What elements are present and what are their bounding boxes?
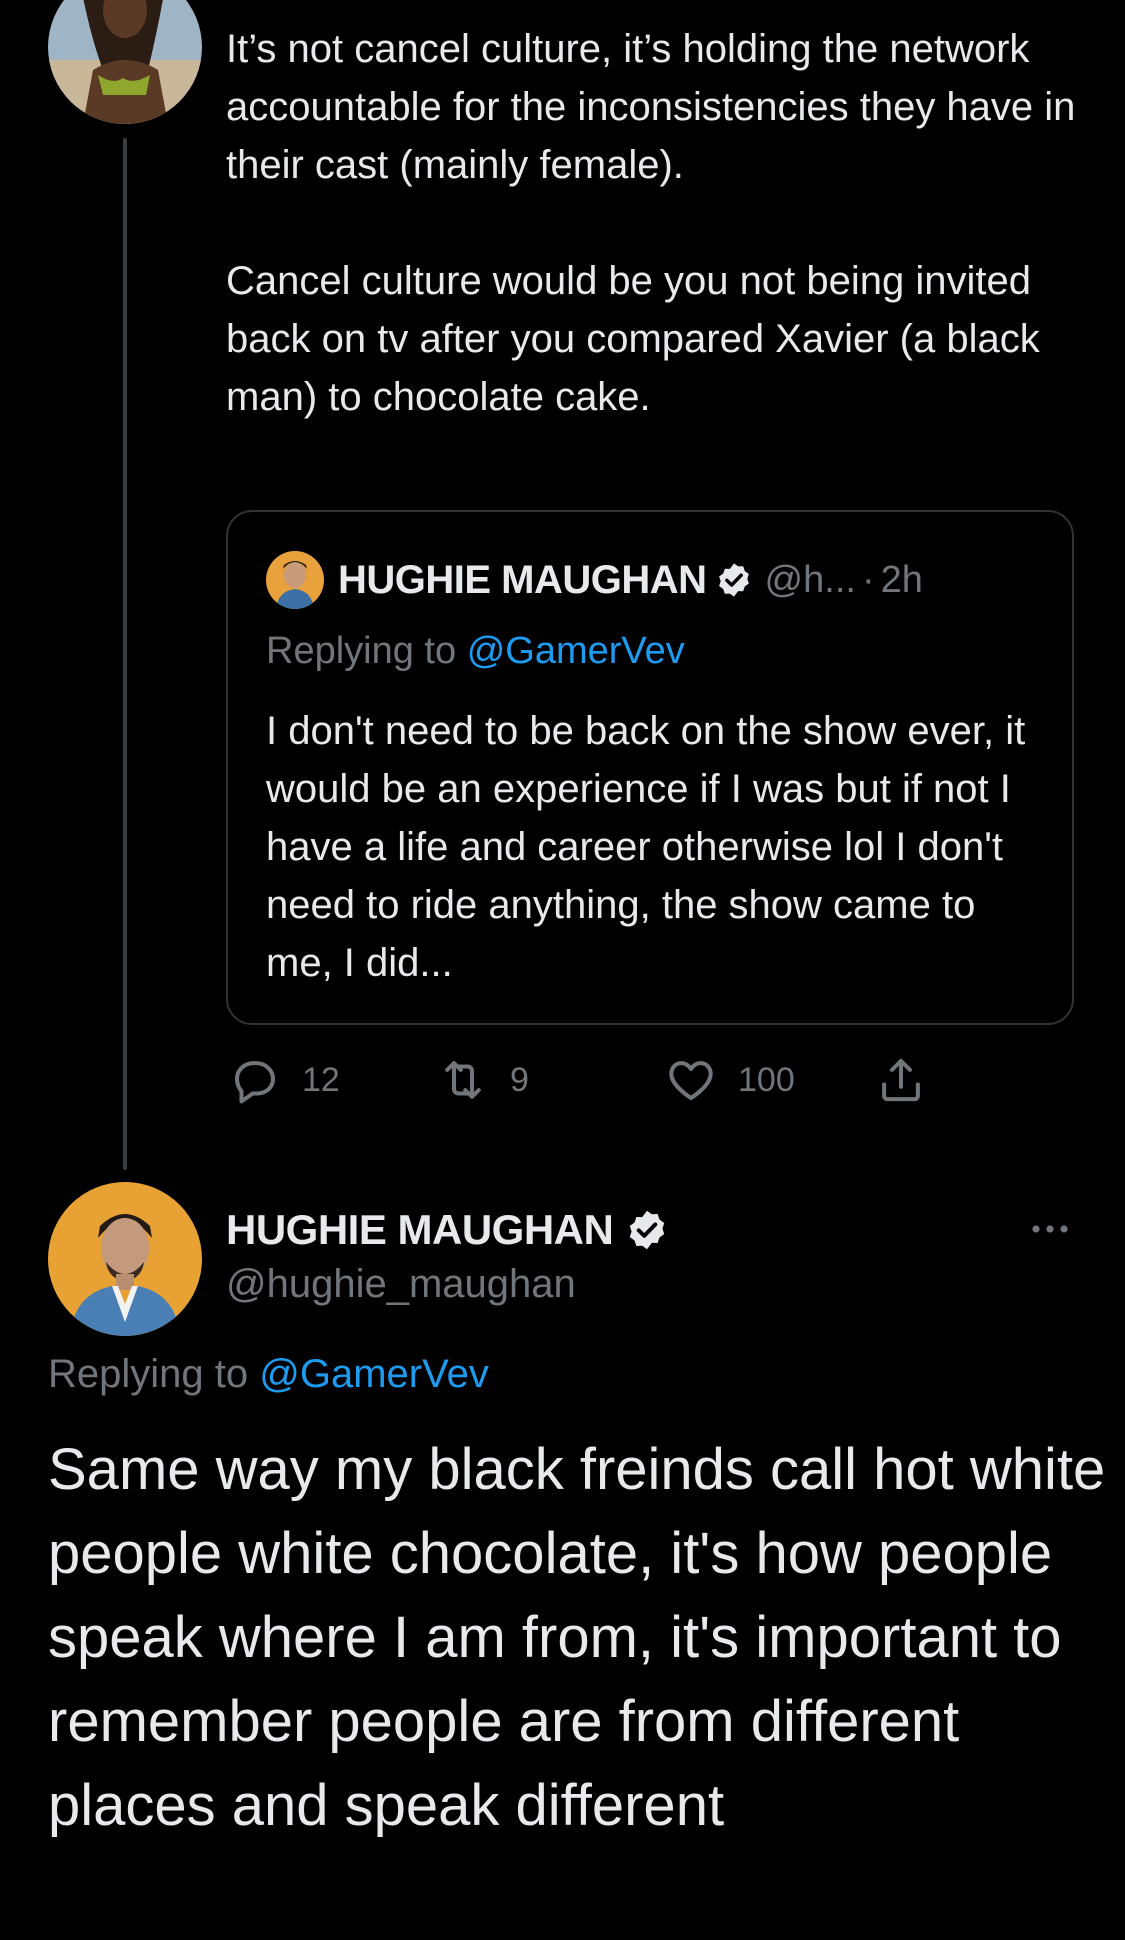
main-author-avatar[interactable] — [48, 1182, 202, 1336]
separator-dot: · — [861, 558, 875, 601]
retweet-button[interactable]: 9 — [436, 1050, 529, 1110]
parent-author-avatar[interactable] — [48, 0, 202, 124]
retweet-icon — [445, 1061, 481, 1099]
verified-badge-icon — [718, 563, 749, 597]
quoted-author-avatar — [266, 551, 324, 609]
replying-mention-link[interactable]: @GamerVev — [467, 630, 685, 672]
reply-count: 12 — [302, 1060, 340, 1099]
parent-tweet-text: It’s not cancel culture, it’s holding th… — [226, 27, 1076, 419]
retweet-count: 9 — [510, 1060, 529, 1099]
quoted-tweet-text: I don't need to be back on the show ever… — [266, 709, 1026, 985]
tweet-action-bar: 12 9 100 — [228, 1050, 948, 1110]
main-tweet-text: Same way my black freinds call hot white… — [48, 1437, 1106, 1838]
verified-badge-icon — [630, 1210, 665, 1250]
more-options-icon[interactable] — [1028, 1214, 1072, 1244]
replying-prefix: Replying to — [266, 630, 457, 672]
quoted-replying-to: Replying to @GamerVev — [266, 630, 685, 673]
reply-button[interactable]: 12 — [228, 1050, 340, 1110]
quoted-tweet-card[interactable]: HUGHIE MAUGHAN @h... · 2h Replying to @G… — [226, 510, 1074, 1025]
like-icon — [669, 1061, 713, 1101]
reply-icon — [234, 1061, 276, 1104]
quoted-tweet-header: HUGHIE MAUGHAN @h... · 2h — [266, 550, 923, 610]
main-author-handle[interactable]: @hughie_maughan — [226, 1262, 576, 1307]
replying-prefix: Replying to — [48, 1352, 249, 1396]
main-author-name[interactable]: HUGHIE MAUGHAN — [226, 1206, 614, 1254]
quoted-author-handle[interactable]: @h... — [765, 559, 856, 602]
thread-connector-line — [123, 138, 127, 1170]
quoted-tweet-time[interactable]: 2h — [881, 559, 923, 602]
main-replying-to: Replying to @GamerVev — [48, 1352, 489, 1397]
like-button[interactable]: 100 — [664, 1050, 795, 1110]
quoted-author-name: HUGHIE MAUGHAN — [338, 557, 707, 602]
share-button[interactable] — [874, 1050, 928, 1110]
replying-mention-link[interactable]: @GamerVev — [259, 1352, 489, 1396]
main-author-row: HUGHIE MAUGHAN — [226, 1200, 669, 1260]
share-icon — [882, 1058, 920, 1102]
like-count: 100 — [738, 1060, 795, 1099]
